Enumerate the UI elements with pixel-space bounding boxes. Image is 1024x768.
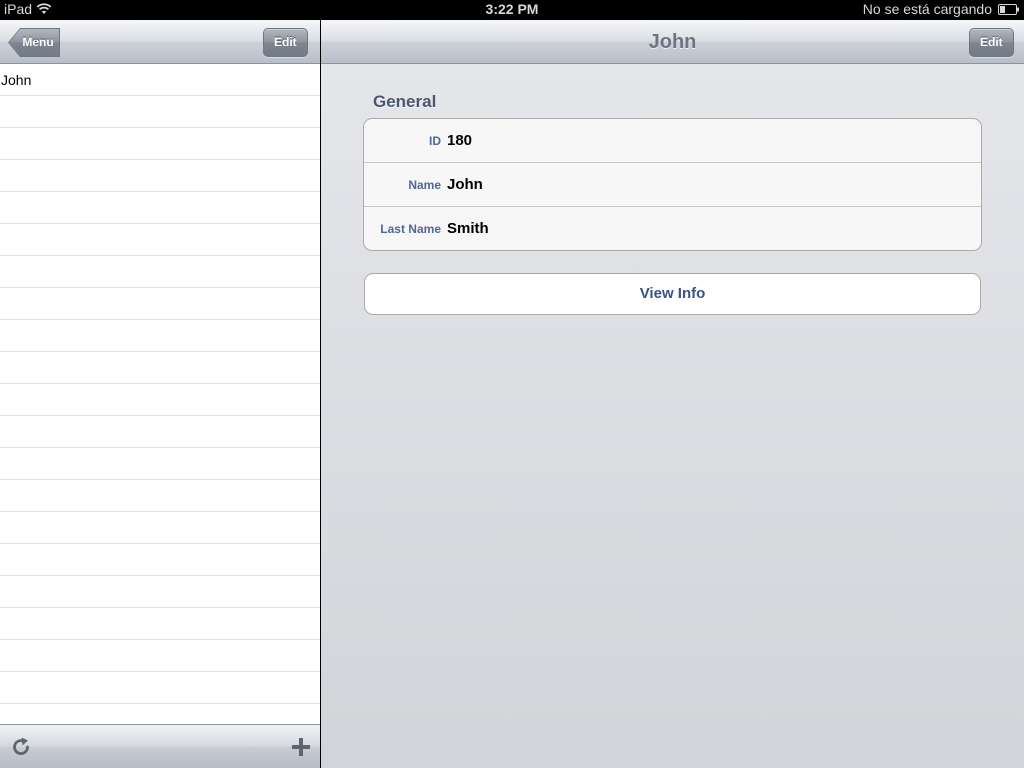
battery-status-label: No se está cargando	[862, 1, 992, 17]
field-value: Smith	[447, 220, 489, 237]
field-label: Last Name	[380, 222, 441, 236]
view-info-button[interactable]: View Info	[364, 273, 981, 315]
list-item[interactable]	[0, 192, 320, 224]
list-item[interactable]	[0, 704, 320, 724]
master-navbar: Menu Edit	[0, 20, 320, 64]
field-value: John	[447, 176, 483, 193]
master-list: John	[0, 64, 320, 724]
list-item[interactable]	[0, 576, 320, 608]
list-item[interactable]	[0, 128, 320, 160]
menu-back-button-label: Menu	[22, 35, 54, 49]
list-item[interactable]	[0, 416, 320, 448]
list-item[interactable]	[0, 160, 320, 192]
general-fields-group: ID 180 Name John Last Name Smith	[363, 118, 982, 251]
battery-indicator: No se está cargando	[863, 1, 1020, 17]
list-item[interactable]	[0, 480, 320, 512]
list-item[interactable]	[0, 224, 320, 256]
list-item[interactable]	[0, 512, 320, 544]
field-row-last-name[interactable]: Last Name Smith	[364, 207, 981, 250]
list-item[interactable]	[0, 640, 320, 672]
list-item[interactable]	[0, 96, 320, 128]
list-item[interactable]	[0, 288, 320, 320]
field-row-name[interactable]: Name John	[364, 163, 981, 207]
master-edit-button[interactable]: Edit	[263, 28, 308, 57]
menu-back-button[interactable]: Menu	[8, 28, 60, 57]
status-bar: iPad 3:22 PM No se está cargando	[0, 0, 1024, 20]
list-item[interactable]	[0, 608, 320, 640]
field-label: ID	[429, 134, 441, 148]
battery-icon	[998, 3, 1020, 15]
list-item[interactable]	[0, 448, 320, 480]
detail-pane: John Edit General ID 180 Name John Last …	[321, 20, 1024, 768]
master-pane: Menu Edit John	[0, 20, 320, 768]
list-item[interactable]	[0, 672, 320, 704]
field-value: 180	[447, 132, 473, 149]
detail-edit-button[interactable]: Edit	[969, 28, 1014, 57]
detail-navbar: John Edit	[321, 20, 1024, 64]
field-row-id[interactable]: ID 180	[364, 119, 981, 163]
detail-title: John	[648, 31, 697, 53]
plus-icon[interactable]	[290, 736, 312, 758]
list-item[interactable]	[0, 320, 320, 352]
list-item[interactable]	[0, 544, 320, 576]
list-item[interactable]	[0, 384, 320, 416]
list-item[interactable]: John	[0, 64, 320, 96]
field-label: Name	[408, 178, 441, 192]
refresh-icon[interactable]	[10, 736, 32, 758]
section-header-general: General	[373, 92, 437, 111]
master-toolbar	[0, 724, 320, 768]
list-item[interactable]	[0, 352, 320, 384]
list-item[interactable]	[0, 256, 320, 288]
